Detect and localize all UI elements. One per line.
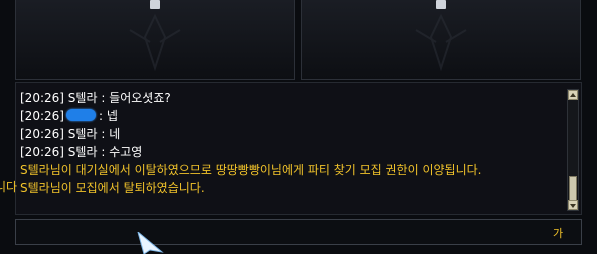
ime-mode-indicator[interactable]: 가 <box>553 225 563 241</box>
chat-message: 네 <box>109 127 121 141</box>
chat-line: [20:26] S텔라 : 들어오셧죠? <box>20 89 560 107</box>
chat-message: 들어오셧죠? <box>109 91 171 105</box>
chat-panel: [20:26] S텔라 : 들어오셧죠? [20:26]: 넵 [20:26] … <box>15 82 582 215</box>
clipped-system-text: 니다 <box>0 180 18 194</box>
chat-input[interactable] <box>15 219 582 245</box>
slot-emblem-icon <box>415 13 467 72</box>
chat-separator: : <box>101 145 106 159</box>
chat-speaker: S텔라 <box>67 127 98 141</box>
chat-time: [20:26] <box>20 145 64 159</box>
scroll-thumb[interactable] <box>569 176 577 202</box>
chat-separator: : <box>101 91 106 105</box>
system-message: S텔라님이 모집에서 탈퇴하였습니다. <box>20 181 205 195</box>
chat-line: [20:26] S텔라 : 수고영 <box>20 143 560 161</box>
chat-message: 넵 <box>106 109 118 123</box>
lock-icon <box>150 0 160 9</box>
chat-time: [20:26] <box>20 109 64 123</box>
party-slot-right[interactable] <box>301 0 581 80</box>
chat-separator: : <box>101 127 106 141</box>
chat-speaker: S텔라 <box>67 91 98 105</box>
chat-line: [20:26] S텔라 : 네 <box>20 125 560 143</box>
slot-emblem-icon <box>129 13 181 72</box>
scroll-down-arrow-icon[interactable] <box>568 200 578 210</box>
chat-message: 수고영 <box>109 145 143 159</box>
chat-log: [20:26] S텔라 : 들어오셧죠? [20:26]: 넵 [20:26] … <box>20 89 560 197</box>
mouse-pointer-icon <box>137 232 164 254</box>
lock-icon <box>436 0 446 9</box>
scroll-up-arrow-icon[interactable] <box>568 90 578 100</box>
party-slot-left[interactable] <box>15 0 295 80</box>
chat-speaker: S텔라 <box>67 145 98 159</box>
chat-line: [20:26]: 넵 <box>20 107 560 125</box>
chat-separator: : <box>98 109 103 123</box>
chat-time: [20:26] <box>20 91 64 105</box>
redacted-name <box>65 109 96 121</box>
chat-time: [20:26] <box>20 127 64 141</box>
system-message: S텔라님이 대기실에서 이탈하였으므로 땅땅빵빵이님에게 파티 찾기 모집 권한… <box>20 163 482 177</box>
chat-scrollbar[interactable] <box>567 89 579 211</box>
